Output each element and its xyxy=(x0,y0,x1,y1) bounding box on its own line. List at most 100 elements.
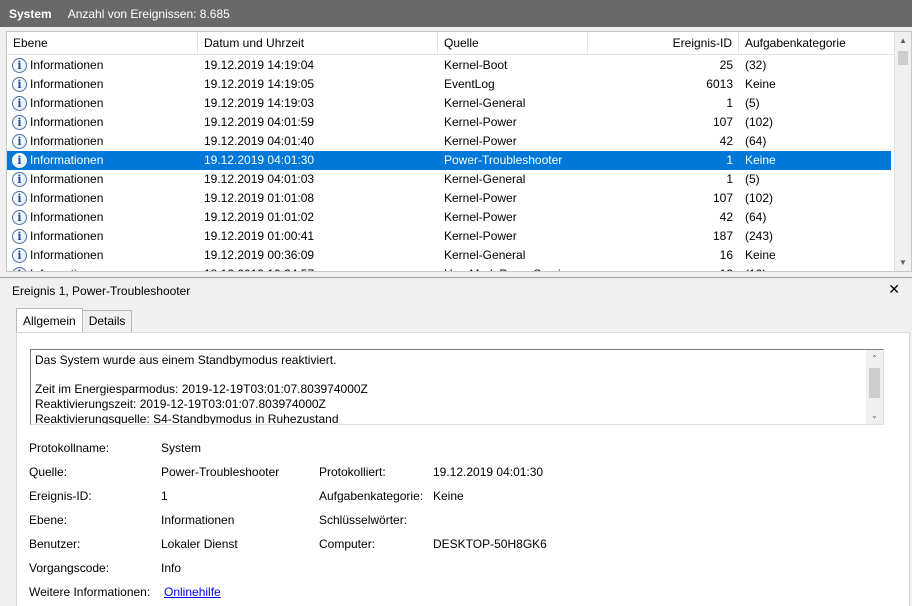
scrollbar-thumb[interactable] xyxy=(898,51,908,65)
event-rows: i Informationen 19.12.2019 14:19:04 Kernel-… xyxy=(7,56,891,271)
scroll-up-arrow-icon[interactable]: ⌃ xyxy=(866,350,883,367)
event-row[interactable]: i Informationen 19.12.2019 04:01:59 Kernel-… xyxy=(7,113,891,132)
column-header-event-id[interactable]: Ereignis-ID xyxy=(588,32,739,55)
event-row[interactable]: i Informationen 19.12.2019 01:00:41 Kernel-… xyxy=(7,227,891,246)
computer-label: Computer: xyxy=(319,537,376,551)
info-icon: i xyxy=(12,96,27,111)
scroll-down-arrow-icon[interactable]: ▼ xyxy=(895,254,911,271)
source-label: Quelle: xyxy=(29,465,68,479)
event-row[interactable]: i Informationen 19.12.2019 00:36:09 Kernel-… xyxy=(7,246,891,265)
category-cell: (10) xyxy=(739,265,891,271)
event-id-cell: 25 xyxy=(719,58,733,72)
source-cell: Kernel-Power xyxy=(444,229,517,243)
category-cell: (243) xyxy=(745,229,774,243)
event-id-cell: 1 xyxy=(726,153,733,167)
event-list-scrollbar[interactable]: ▲ ▼ xyxy=(894,32,911,271)
category-cell: (64) xyxy=(745,134,767,148)
level-cell: iInformationen xyxy=(7,113,198,132)
log-name-label: Protokollname: xyxy=(29,441,110,455)
info-icon: i xyxy=(12,172,27,187)
level-cell: iInformationen xyxy=(7,94,198,113)
source-cell: UserModePowerService xyxy=(438,265,588,271)
source-cell: Kernel-Boot xyxy=(444,58,508,72)
level-cell: iInformationen xyxy=(7,170,198,189)
info-icon: i xyxy=(12,191,27,206)
datetime-cell: 19.12.2019 01:00:41 xyxy=(204,229,315,243)
level-cell: iInformationen xyxy=(7,246,198,265)
event-id-cell: 42 xyxy=(719,210,733,224)
scroll-up-arrow-icon[interactable]: ▲ xyxy=(895,32,911,49)
source-cell: Kernel-General xyxy=(444,248,526,262)
column-header-level[interactable]: Ebene xyxy=(7,32,198,55)
event-row[interactable]: i Informationen 19.12.2019 14:19:03 Kernel-… xyxy=(7,94,891,113)
level-text: Informationen xyxy=(30,58,104,72)
computer-value: DESKTOP-50H8GK6 xyxy=(433,537,547,551)
general-tab-panel: Das System wurde aus einem Standbymodus … xyxy=(16,332,910,606)
tab-allgemein[interactable]: Allgemein xyxy=(16,308,83,332)
level-cell: iInformationen xyxy=(7,132,198,151)
event-id-cell: 42 xyxy=(719,134,733,148)
level-text: Informationen xyxy=(30,96,104,110)
category-value: Keine xyxy=(433,489,464,503)
message-line: Das System wurde aus einem Standbymodus … xyxy=(35,353,337,367)
details-tabs: Allgemein Details xyxy=(16,308,133,332)
source-cell: EventLog xyxy=(444,77,495,91)
level-text: Informationen xyxy=(30,172,104,186)
close-icon[interactable]: ✕ xyxy=(888,281,900,298)
opcode-label: Vorgangscode: xyxy=(29,561,110,575)
event-id-label: Ereignis-ID: xyxy=(29,489,92,503)
message-scrollbar[interactable]: ⌃ ⌄ xyxy=(866,350,883,424)
column-header-datetime[interactable]: Datum und Uhrzeit xyxy=(198,32,438,55)
level-text: Informationen xyxy=(30,210,104,224)
event-row[interactable]: i Informationen 19.12.2019 04:01:40 Kernel-… xyxy=(7,132,891,151)
event-details-header: Ereignis 1, Power-Troubleshooter ✕ xyxy=(0,277,912,303)
level-cell: iInformationen xyxy=(7,189,198,208)
event-row[interactable]: i Informationen 19.12.2019 14:19:05 EventLo… xyxy=(7,75,891,94)
event-list[interactable]: Ebene Datum und Uhrzeit Quelle Ereignis-… xyxy=(6,31,912,272)
title-bar: System Anzahl von Ereignissen: 8.685 xyxy=(0,0,912,27)
event-row[interactable]: iInformationen18.12.2019 19:34:57UserMod… xyxy=(7,265,891,271)
source-cell: Kernel-General xyxy=(444,172,526,186)
keywords-label: Schlüsselwörter: xyxy=(319,513,408,527)
source-cell: Kernel-Power xyxy=(444,134,517,148)
event-row[interactable]: i Informationen 19.12.2019 14:19:04 Kernel-… xyxy=(7,56,891,75)
source-cell: Kernel-Power xyxy=(444,210,517,224)
event-id-cell: 1 xyxy=(726,172,733,186)
datetime-cell: 19.12.2019 14:19:04 xyxy=(204,58,315,72)
event-row[interactable]: i Informationen 19.12.2019 01:01:02 Kernel-… xyxy=(7,208,891,227)
datetime-cell: 19.12.2019 04:01:03 xyxy=(204,172,315,186)
source-cell: Kernel-General xyxy=(444,96,526,110)
event-id-cell: 107 xyxy=(712,191,733,205)
info-icon: i xyxy=(12,267,27,271)
datetime-cell: 19.12.2019 04:01:59 xyxy=(204,115,315,129)
source-cell: Kernel-Power xyxy=(444,115,517,129)
datetime-cell: 19.12.2019 04:01:40 xyxy=(204,134,315,148)
logged-value: 19.12.2019 04:01:30 xyxy=(433,465,544,479)
event-row[interactable]: i Informationen 19.12.2019 04:01:30 Power-T… xyxy=(7,151,891,170)
event-message-box[interactable]: Das System wurde aus einem Standbymodus … xyxy=(30,349,884,425)
user-label: Benutzer: xyxy=(29,537,81,551)
category-cell: (64) xyxy=(745,210,767,224)
column-header-source[interactable]: Quelle xyxy=(438,32,588,55)
online-help-link[interactable]: Onlinehilfe xyxy=(164,585,221,599)
info-icon: i xyxy=(12,134,27,149)
level-cell: iInformationen xyxy=(7,227,198,246)
info-icon: i xyxy=(12,248,27,263)
category-cell: (5) xyxy=(745,172,760,186)
event-row[interactable]: i Informationen 19.12.2019 04:01:03 Kernel-… xyxy=(7,170,891,189)
info-icon: i xyxy=(12,210,27,225)
event-row[interactable]: i Informationen 19.12.2019 01:01:08 Kernel-… xyxy=(7,189,891,208)
datetime-cell: 19.12.2019 01:01:02 xyxy=(204,210,315,224)
category-cell: Keine xyxy=(745,248,776,262)
logged-label: Protokolliert: xyxy=(319,465,386,479)
opcode-value: Info xyxy=(161,561,182,575)
info-icon: i xyxy=(12,229,27,244)
source-cell: Kernel-Power xyxy=(444,191,517,205)
info-icon: i xyxy=(12,77,27,92)
scroll-down-arrow-icon[interactable]: ⌄ xyxy=(866,407,883,424)
event-id-cell: 6013 xyxy=(706,77,733,91)
tab-details[interactable]: Details xyxy=(81,310,133,332)
column-header-category[interactable]: Aufgabenkategorie xyxy=(739,32,895,55)
scrollbar-thumb[interactable] xyxy=(869,368,880,398)
level-cell: iInformationen xyxy=(7,75,198,94)
